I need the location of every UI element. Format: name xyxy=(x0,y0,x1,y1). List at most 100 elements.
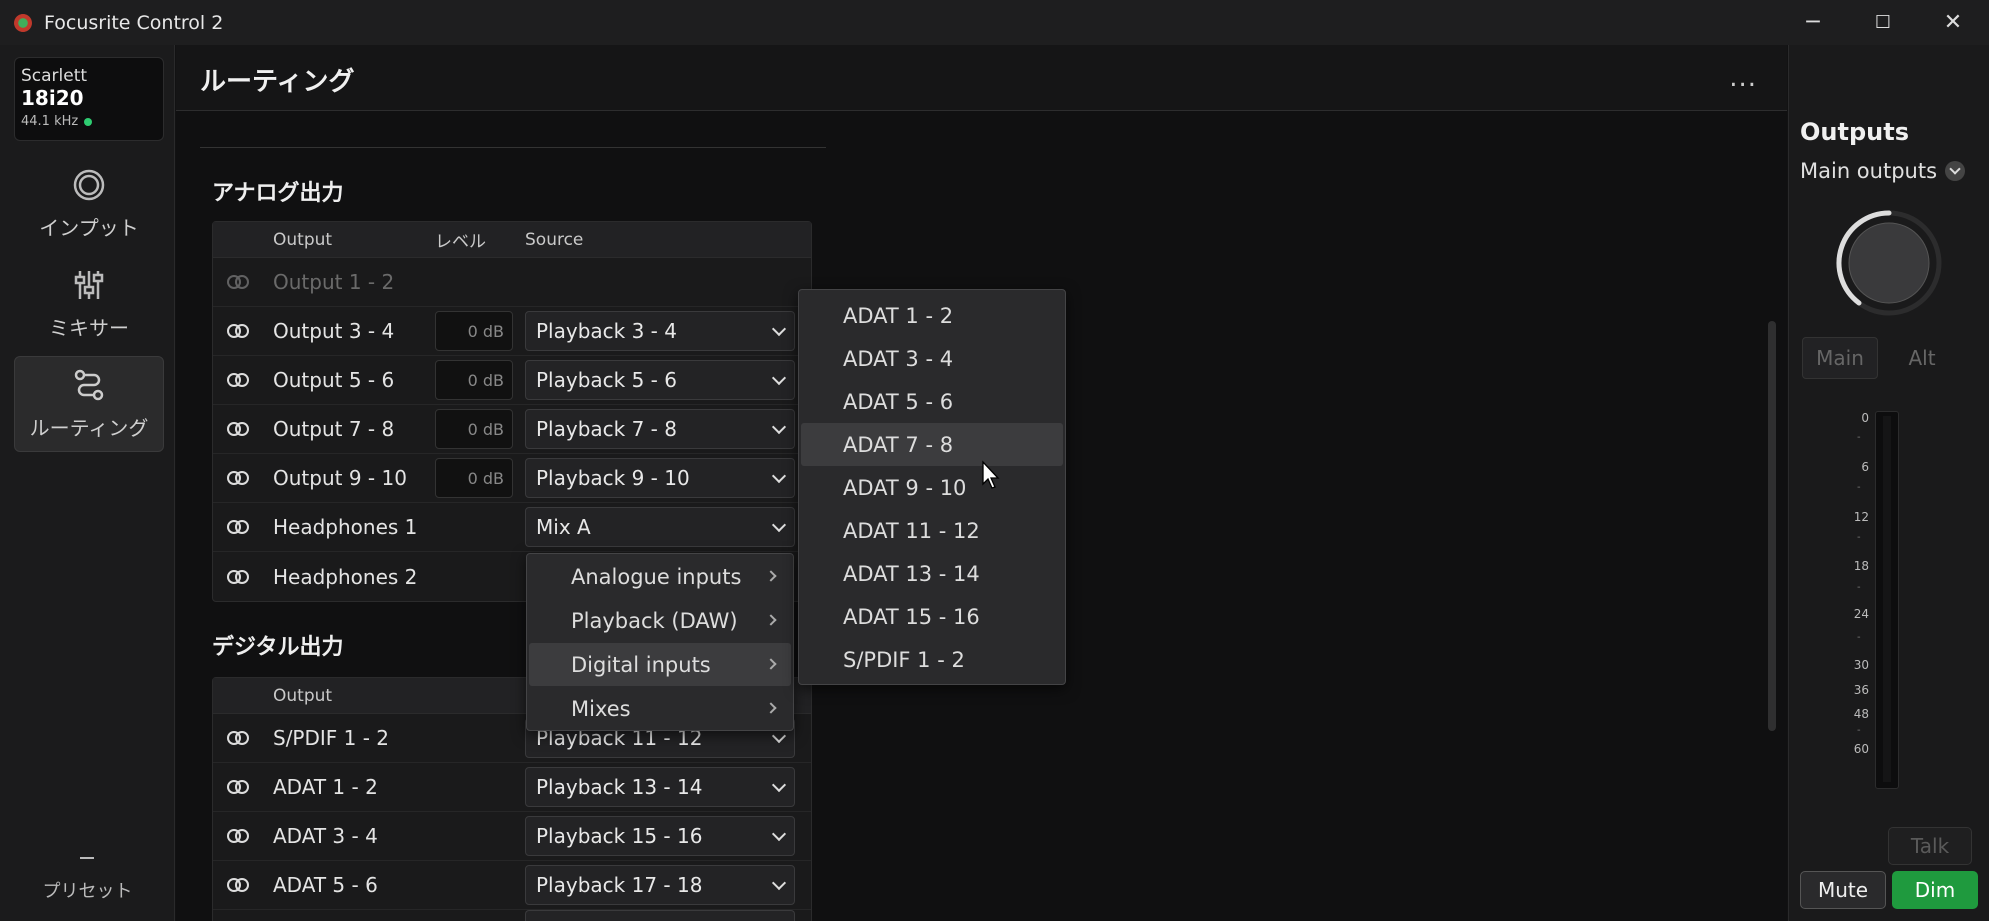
maximize-button[interactable]: ☐ xyxy=(1848,0,1918,45)
level-input[interactable]: 0 dB xyxy=(435,409,513,449)
submenu-item-adat-3-4[interactable]: ADAT 3 - 4 xyxy=(801,337,1063,380)
routing-icon xyxy=(74,369,104,400)
chevron-right-icon xyxy=(765,614,777,626)
main-outputs-selector[interactable]: Main outputs xyxy=(1800,159,1966,183)
level-input[interactable]: 0 dB xyxy=(435,360,513,400)
stereo-link-icon[interactable] xyxy=(227,730,249,746)
sidebar-item-inputs[interactable]: インプット xyxy=(14,156,164,252)
meter-tick: 48 xyxy=(1853,707,1869,721)
stereo-link-icon[interactable] xyxy=(227,372,249,388)
source-select[interactable]: Playback 5 - 6 xyxy=(525,360,795,400)
output-name: Output 7 - 8 xyxy=(273,417,395,441)
alt-button[interactable]: Alt xyxy=(1884,337,1960,379)
source-value: Playback 15 - 16 xyxy=(536,824,703,848)
volume-knob[interactable] xyxy=(1833,207,1945,319)
header-output: Output xyxy=(273,685,333,706)
menu-item-mixes[interactable]: Mixes xyxy=(529,687,791,730)
sidebar-item-routing[interactable]: ルーティング xyxy=(14,356,164,452)
table-row: Output 3 - 4 0 dB Playback 3 - 4 xyxy=(213,307,811,356)
analog-rows: Output 1 - 2 Output 3 - 4 0 dB Playback … xyxy=(213,258,811,601)
submenu-item-adat-5-6[interactable]: ADAT 5 - 6 xyxy=(801,380,1063,423)
output-name: Output 3 - 4 xyxy=(273,319,395,343)
source-select[interactable]: Playback 9 - 10 xyxy=(525,458,795,498)
source-select[interactable]: Playback 13 - 14 xyxy=(525,767,795,807)
minimize-icon: ─ xyxy=(1806,10,1820,35)
stereo-link-icon[interactable] xyxy=(227,569,249,585)
submenu-item-adat-7-8[interactable]: ADAT 7 - 8 xyxy=(801,423,1063,466)
mixer-icon xyxy=(74,270,104,299)
stereo-link-icon[interactable] xyxy=(227,421,249,437)
level-input[interactable]: 0 dB xyxy=(435,458,513,498)
meter-tick: 18 xyxy=(1853,559,1869,573)
menu-item-digital-inputs[interactable]: Digital inputs xyxy=(529,643,791,686)
talk-button[interactable]: Talk xyxy=(1888,827,1972,865)
source-select[interactable]: Playback 3 - 4 xyxy=(525,311,795,351)
source-select[interactable]: Playback 7 - 8 xyxy=(525,409,795,449)
source-value: Playback 5 - 6 xyxy=(536,368,677,392)
table-header: Output レベル Source xyxy=(213,222,811,258)
meter-tick: 60 xyxy=(1853,742,1869,756)
digital-section-title: デジタル出力 xyxy=(212,635,344,660)
status-dot-icon xyxy=(84,117,93,126)
device-model: 18i20 xyxy=(21,86,84,110)
stereo-link-icon[interactable] xyxy=(227,323,249,339)
close-button[interactable]: ✕ xyxy=(1918,0,1988,45)
source-select[interactable] xyxy=(525,910,795,921)
sidebar-item-label: ミキサー xyxy=(49,315,129,340)
submenu-item-adat-1-2[interactable]: ADAT 1 - 2 xyxy=(801,294,1063,337)
analog-output-table: Output レベル Source Output 1 - 2 Output 3 … xyxy=(212,221,812,602)
preset-button[interactable]: プリセット xyxy=(0,877,175,903)
meter-tick-dot: - xyxy=(1857,582,1861,593)
menu-item-label: ADAT 7 - 8 xyxy=(843,432,954,457)
app-window: Focusrite Control 2 ─ ☐ ✕ Scarlett 18i20… xyxy=(0,0,1989,921)
menu-item-label: ADAT 3 - 4 xyxy=(843,346,954,371)
menu-item-label: Digital inputs xyxy=(571,652,711,677)
device-card[interactable]: Scarlett 18i20 44.1 kHz xyxy=(14,57,164,141)
chevron-down-icon xyxy=(771,826,787,842)
stereo-link-icon[interactable] xyxy=(227,877,249,893)
menu-item-label: Analogue inputs xyxy=(571,564,742,589)
more-options-button[interactable]: ... xyxy=(1729,63,1757,93)
submenu-item-adat-9-10[interactable]: ADAT 9 - 10 xyxy=(801,466,1063,509)
stereo-link-icon[interactable] xyxy=(227,779,249,795)
level-input[interactable]: 0 dB xyxy=(435,311,513,351)
window-title: Focusrite Control 2 xyxy=(44,11,224,34)
meter-tick-dot: - xyxy=(1857,632,1861,643)
output-name: Output 1 - 2 xyxy=(273,270,395,294)
main-button[interactable]: Main xyxy=(1802,337,1878,379)
submenu-item-adat-15-16[interactable]: ADAT 15 - 16 xyxy=(801,595,1063,638)
stereo-link-icon[interactable] xyxy=(227,470,249,486)
device-brand: Scarlett xyxy=(21,66,88,86)
sample-rate-label: 44.1 kHz xyxy=(21,114,79,129)
source-value: Playback 13 - 14 xyxy=(536,775,703,799)
content-scrollbar[interactable] xyxy=(1768,321,1776,731)
header-source: Source xyxy=(525,229,584,250)
meter-tick-dot: - xyxy=(1857,725,1861,736)
minimize-button[interactable]: ─ xyxy=(1778,0,1848,45)
menu-item-playback-daw[interactable]: Playback (DAW) xyxy=(529,599,791,642)
submenu-item-adat-11-12[interactable]: ADAT 11 - 12 xyxy=(801,509,1063,552)
submenu-item-adat-13-14[interactable]: ADAT 13 - 14 xyxy=(801,552,1063,595)
table-row: ADAT 3 - 4 Playback 15 - 16 xyxy=(213,812,811,861)
source-select[interactable]: Mix A xyxy=(525,507,795,547)
digital-rows: S/PDIF 1 - 2 Playback 11 - 12 ADAT 1 - 2… xyxy=(213,714,811,921)
source-value: Playback 3 - 4 xyxy=(536,319,677,343)
meter-tick-dot: - xyxy=(1857,532,1861,543)
source-value: Mix A xyxy=(536,515,591,539)
source-select[interactable]: Playback 15 - 16 xyxy=(525,816,795,856)
stereo-link-icon[interactable] xyxy=(227,828,249,844)
source-select[interactable]: Playback 17 - 18 xyxy=(525,865,795,905)
dim-button[interactable]: Dim xyxy=(1892,871,1978,909)
table-row: Output 9 - 10 0 dB Playback 9 - 10 xyxy=(213,454,811,503)
meter-tick-dot: - xyxy=(1857,432,1861,443)
submenu-item-spdif-1-2[interactable]: S/PDIF 1 - 2 xyxy=(801,638,1063,681)
outputs-title: Outputs xyxy=(1800,118,1909,146)
mute-button[interactable]: Mute xyxy=(1800,871,1886,909)
menu-item-analogue-inputs[interactable]: Analogue inputs xyxy=(529,555,791,598)
sidebar-item-mixer[interactable]: ミキサー xyxy=(14,256,164,352)
table-row xyxy=(213,910,811,921)
stereo-link-icon[interactable] xyxy=(227,519,249,535)
output-name: Headphones 2 xyxy=(273,564,418,589)
analog-section-title: アナログ出力 xyxy=(212,181,344,206)
page-title: ルーティング xyxy=(200,67,355,97)
